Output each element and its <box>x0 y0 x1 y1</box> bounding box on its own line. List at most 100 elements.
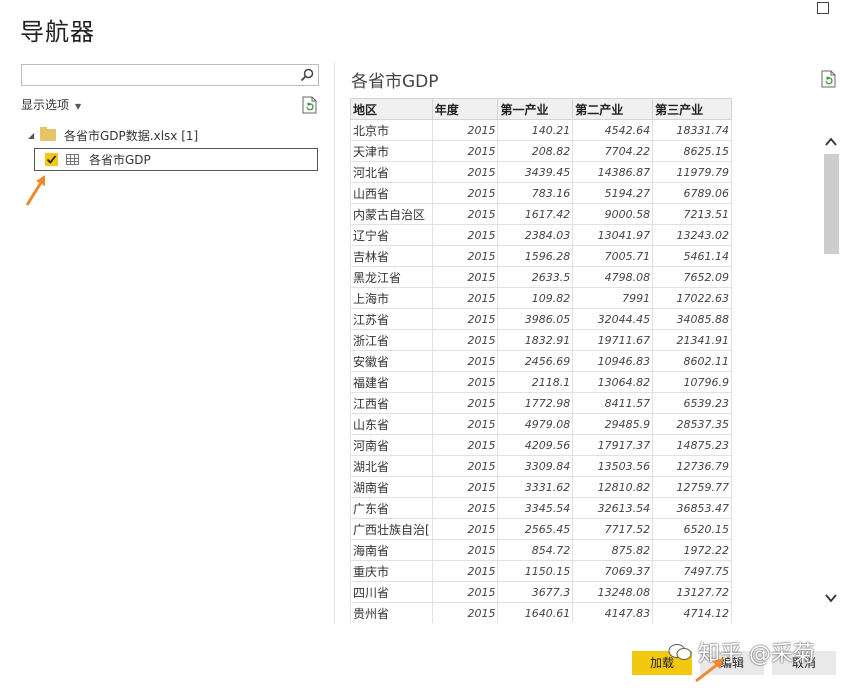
table-cell: 2015 <box>431 497 499 519</box>
table-cell: 河南省 <box>350 434 433 456</box>
table-cell: 6789.06 <box>652 182 732 204</box>
scroll-down-icon[interactable] <box>825 593 837 603</box>
table-cell: 1772.98 <box>497 392 574 414</box>
annotation-arrow-icon <box>25 175 45 206</box>
table-cell: 18331.74 <box>652 119 732 141</box>
table-cell: 29485.9 <box>572 413 654 435</box>
table-row: 河北省 2015 3439.45 14386.87 11979.79 <box>350 161 732 183</box>
table-cell: 福建省 <box>350 371 433 393</box>
table-row: 吉林省 2015 1596.28 7005.71 5461.14 <box>350 245 732 267</box>
column-header[interactable]: 第三产业 <box>652 98 732 120</box>
table-row: 江西省 2015 1772.98 8411.57 6539.23 <box>350 392 732 414</box>
table-cell: 32613.54 <box>572 497 654 519</box>
table-cell: 3677.3 <box>497 581 574 603</box>
scroll-up-icon[interactable] <box>825 137 837 147</box>
table-cell: 4147.83 <box>572 602 654 623</box>
table-cell: 2015 <box>431 203 499 225</box>
table-cell: 34085.88 <box>652 308 732 330</box>
table-cell: 内蒙古自治区 <box>350 203 433 225</box>
table-cell: 山东省 <box>350 413 433 435</box>
table-cell: 7497.75 <box>652 560 732 582</box>
table-cell: 2015 <box>431 476 499 498</box>
table-row: 北京市 2015 140.21 4542.64 18331.74 <box>350 119 732 141</box>
refresh-preview-icon[interactable] <box>821 70 837 88</box>
table-cell: 6539.23 <box>652 392 732 414</box>
table-cell: 8602.11 <box>652 350 732 372</box>
table-cell: 17917.37 <box>572 434 654 456</box>
table-cell: 湖北省 <box>350 455 433 477</box>
maximize-button[interactable] <box>817 2 829 14</box>
table-cell: 3439.45 <box>497 161 574 183</box>
table-cell: 1596.28 <box>497 245 574 267</box>
table-row: 山东省 2015 4979.08 29485.9 28537.35 <box>350 413 732 435</box>
table-cell: 12810.82 <box>572 476 654 498</box>
table-cell: 1150.15 <box>497 560 574 582</box>
folder-icon <box>40 127 56 141</box>
table-cell: 3986.05 <box>497 308 574 330</box>
table-row: 湖南省 2015 3331.62 12810.82 12759.77 <box>350 476 732 498</box>
scrollbar-thumb[interactable] <box>824 154 839 254</box>
pane-divider <box>334 62 335 624</box>
sheet-checkbox[interactable] <box>45 153 58 166</box>
table-row: 广西壮族自治[2015 2565.45 7717.52 6520.15 <box>350 518 732 540</box>
vertical-scrollbar[interactable] <box>822 123 840 613</box>
column-header[interactable]: 年度 <box>431 98 499 120</box>
table-cell: 河北省 <box>350 161 433 183</box>
table-cell: 安徽省 <box>350 350 433 372</box>
table-cell: 9000.58 <box>572 203 654 225</box>
table-cell: 山西省 <box>350 182 433 204</box>
tree-sheet-node[interactable]: 各省市GDP <box>34 148 318 171</box>
table-cell: 7991 <box>572 287 654 309</box>
collapse-icon[interactable]: ◢ <box>28 131 40 140</box>
table-cell: 2015 <box>431 287 499 309</box>
column-header[interactable]: 第一产业 <box>497 98 574 120</box>
table-cell: 2015 <box>431 518 499 540</box>
table-cell: 10796.9 <box>652 371 732 393</box>
table-cell: 2015 <box>431 560 499 582</box>
table-cell: 3309.84 <box>497 455 574 477</box>
table-row: 广东省 2015 3345.54 32613.54 36853.47 <box>350 497 732 519</box>
column-header[interactable]: 地区 <box>350 98 433 120</box>
table-row: 安徽省 2015 2456.69 10946.83 8602.11 <box>350 350 732 372</box>
table-row: 辽宁省 2015 2384.03 13041.97 13243.02 <box>350 224 732 246</box>
table-cell: 854.72 <box>497 539 574 561</box>
table-cell: 广西壮族自治[ <box>350 518 433 540</box>
table-cell: 13243.02 <box>652 224 732 246</box>
search-input[interactable] <box>21 64 319 86</box>
refresh-icon[interactable] <box>302 96 318 114</box>
table-row: 上海市 2015 109.82 7991 17022.63 <box>350 287 732 309</box>
table-row: 重庆市 2015 1150.15 7069.37 7497.75 <box>350 560 732 582</box>
table-cell: 2633.5 <box>497 266 574 288</box>
table-cell: 140.21 <box>497 119 574 141</box>
table-cell: 江苏省 <box>350 308 433 330</box>
table-cell: 2015 <box>431 413 499 435</box>
table-row: 山西省 2015 783.16 5194.27 6789.06 <box>350 182 732 204</box>
table-cell: 2015 <box>431 434 499 456</box>
table-cell: 四川省 <box>350 581 433 603</box>
table-cell: 4798.08 <box>572 266 654 288</box>
table-cell: 吉林省 <box>350 245 433 267</box>
table-cell: 湖南省 <box>350 476 433 498</box>
table-cell: 36853.47 <box>652 497 732 519</box>
table-cell: 2015 <box>431 182 499 204</box>
table-cell: 19711.67 <box>572 329 654 351</box>
table-row: 海南省 2015 854.72 875.82 1972.22 <box>350 539 732 561</box>
table-cell: 208.82 <box>497 140 574 162</box>
search-icon[interactable] <box>300 68 314 82</box>
display-options-dropdown[interactable]: 显示选项 ▼ <box>21 96 81 113</box>
table-cell: 2015 <box>431 392 499 414</box>
table-cell: 2015 <box>431 245 499 267</box>
table-cell: 1640.61 <box>497 602 574 623</box>
column-header[interactable]: 第二产业 <box>572 98 654 120</box>
preview-grid: 地区 年度 第一产业 第二产业 第三产业 北京市 2015 140.21 4542.64 183… <box>350 98 732 623</box>
table-cell: 13064.82 <box>572 371 654 393</box>
table-cell: 13127.72 <box>652 581 732 603</box>
table-cell: 2015 <box>431 350 499 372</box>
table-cell: 江西省 <box>350 392 433 414</box>
table-cell: 辽宁省 <box>350 224 433 246</box>
table-row: 湖北省 2015 3309.84 13503.56 12736.79 <box>350 455 732 477</box>
tree-file-node[interactable]: ◢ 各省市GDP数据.xlsx [1] <box>28 127 198 143</box>
table-cell: 7213.51 <box>652 203 732 225</box>
table-row: 天津市 2015 208.82 7704.22 8625.15 <box>350 140 732 162</box>
annotation-arrow-icon <box>695 658 724 683</box>
